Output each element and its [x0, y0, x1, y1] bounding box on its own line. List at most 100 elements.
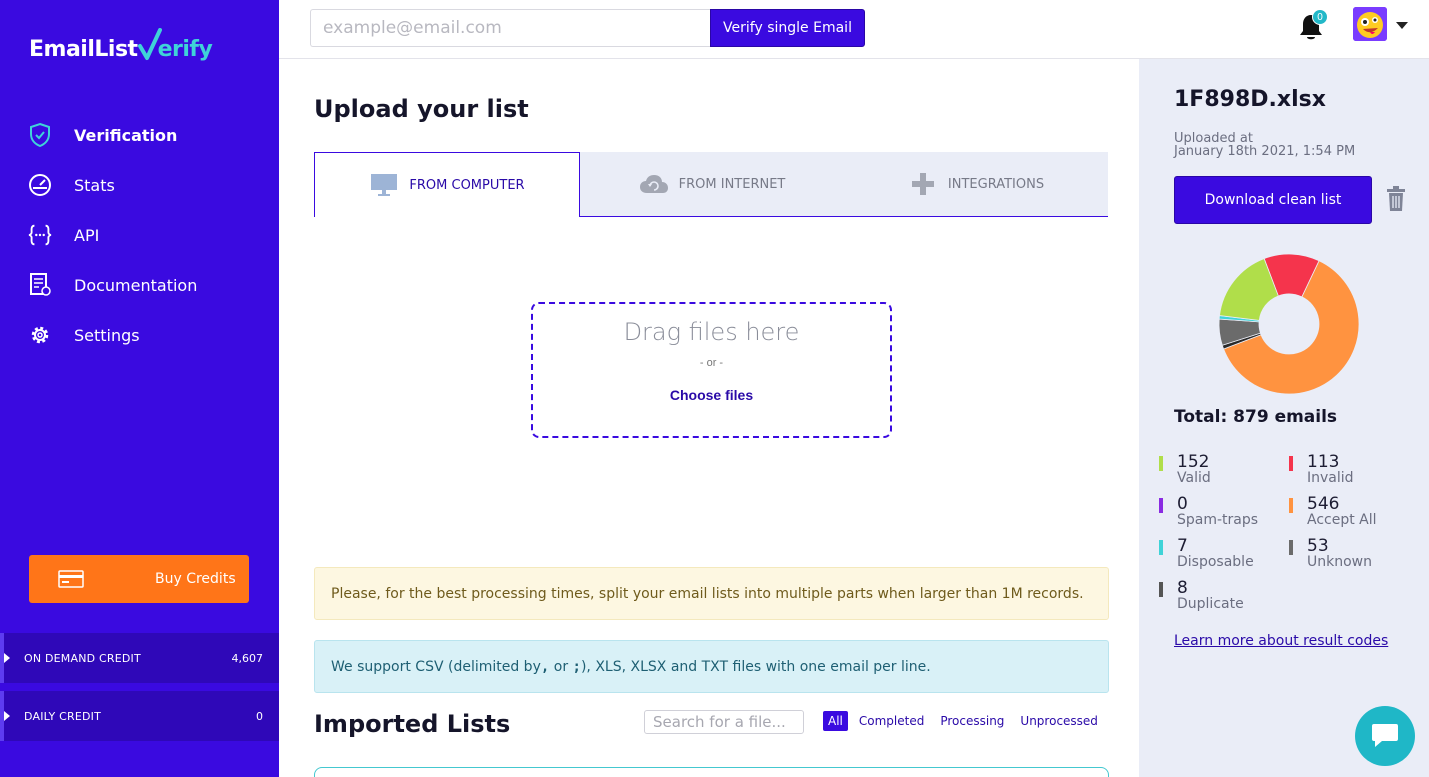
legend-swatch: [1289, 456, 1293, 471]
legend-swatch: [1159, 540, 1163, 555]
legend-count: 546: [1307, 494, 1340, 514]
choose-files-link[interactable]: Choose files: [670, 387, 753, 403]
caret-right-icon: [4, 653, 10, 663]
result-donut-chart: [1218, 253, 1360, 395]
document-icon: [27, 272, 53, 298]
sidebar: EmailList erify Verification Stats API D…: [0, 0, 279, 777]
dropzone-or-text: - or -: [699, 357, 724, 369]
sidebar-item-label: Stats: [74, 175, 115, 195]
verify-single-email-button[interactable]: Verify single Email: [710, 9, 865, 47]
sidebar-item-label: API: [74, 225, 100, 245]
legend-item-spam-traps: 0 Spam-traps: [1159, 495, 1258, 528]
learn-more-result-codes-link[interactable]: Learn more about result codes: [1174, 633, 1388, 649]
legend-swatch: [1159, 498, 1163, 513]
info-text-or: or: [549, 658, 573, 675]
legend-label: Duplicate: [1177, 596, 1244, 612]
top-bar: Verify single Email 0: [279, 0, 1429, 59]
total-emails: Total: 879 emails: [1174, 407, 1338, 427]
legend-label: Invalid: [1307, 470, 1354, 486]
legend-swatch: [1159, 456, 1163, 471]
file-search-input[interactable]: [644, 710, 804, 734]
tab-label: FROM COMPUTER: [409, 177, 525, 193]
tab-integrations[interactable]: INTEGRATIONS: [844, 152, 1108, 217]
sidebar-item-label: Settings: [74, 325, 140, 345]
legend-label: Valid: [1177, 470, 1211, 486]
caret-right-icon: [4, 711, 10, 721]
info-semicolon: ;: [572, 658, 581, 675]
credit-value: 4,607: [231, 651, 264, 665]
result-file-name: 1F898D.xlsx: [1174, 87, 1326, 112]
info-text-before: We support CSV (delimited by: [331, 658, 541, 675]
logo-text-part2: erify: [157, 37, 213, 62]
legend-count: 113: [1307, 452, 1340, 472]
sidebar-item-documentation[interactable]: Documentation: [0, 260, 279, 310]
avatar[interactable]: [1353, 7, 1387, 41]
legend-item-duplicate: 8 Duplicate: [1159, 579, 1244, 612]
plus-icon: [908, 171, 938, 197]
split-lists-warning: Please, for the best processing times, s…: [314, 567, 1109, 620]
chat-widget-button[interactable]: [1355, 706, 1415, 766]
legend-count: 53: [1307, 536, 1329, 556]
brand-logo[interactable]: EmailList erify: [29, 28, 213, 62]
account-dropdown-caret-icon[interactable]: [1396, 22, 1408, 29]
legend-item-valid: 152 Valid: [1159, 453, 1211, 486]
credit-value: 0: [256, 709, 263, 723]
dropzone-title: Drag files here: [623, 318, 800, 346]
tab-from-internet[interactable]: FROM INTERNET: [580, 152, 844, 217]
cloud-icon: [639, 171, 669, 197]
uploaded-at-date: January 18th 2021, 1:54 PM: [1174, 144, 1356, 159]
imported-list-card[interactable]: [314, 767, 1109, 777]
gauge-icon: [27, 172, 53, 198]
on-demand-credit-row[interactable]: ON DEMAND CREDIT 4,607: [0, 633, 279, 683]
legend-swatch: [1159, 582, 1163, 597]
credit-label: DAILY CREDIT: [24, 709, 102, 723]
chat-bubble-icon: [1372, 724, 1398, 747]
legend-label: Accept All: [1307, 512, 1377, 528]
buy-credits-label: Buy Credits: [155, 571, 236, 587]
single-email-input[interactable]: [310, 9, 711, 47]
sidebar-item-verification[interactable]: Verification: [0, 110, 279, 160]
file-dropzone[interactable]: Drag files here - or - Choose files: [531, 302, 892, 438]
legend-label: Disposable: [1177, 554, 1254, 570]
buy-credits-button[interactable]: Buy Credits: [29, 555, 249, 603]
monitor-icon: [369, 172, 399, 198]
list-filters: All Completed Processing Unprocessed: [823, 711, 1114, 731]
avatar-emoji-icon: [1353, 7, 1387, 41]
shield-check-icon: [27, 122, 53, 148]
main-content: Upload your list FROM COMPUTER FROM INTE…: [279, 59, 1139, 777]
imported-lists-title: Imported Lists: [314, 710, 511, 738]
sidebar-nav: Verification Stats API Documentation Set…: [0, 110, 279, 360]
result-panel: 1F898D.xlsx Uploaded at January 18th 202…: [1139, 59, 1429, 777]
braces-icon: [27, 222, 53, 248]
notification-badge: 0: [1312, 9, 1328, 25]
tab-from-computer[interactable]: FROM COMPUTER: [314, 152, 580, 217]
legend-swatch: [1289, 540, 1293, 555]
legend-item-accept-all: 546 Accept All: [1289, 495, 1377, 528]
legend-label: Unknown: [1307, 554, 1372, 570]
gear-icon: [27, 322, 53, 348]
download-clean-list-button[interactable]: Download clean list: [1174, 176, 1372, 224]
donut-hole: [1259, 294, 1319, 354]
filter-completed[interactable]: Completed: [859, 714, 924, 728]
filter-unprocessed[interactable]: Unprocessed: [1020, 714, 1098, 728]
sidebar-item-stats[interactable]: Stats: [0, 160, 279, 210]
sidebar-item-label: Verification: [74, 125, 178, 145]
trash-icon[interactable]: [1386, 186, 1406, 212]
legend-item-disposable: 7 Disposable: [1159, 537, 1254, 570]
filter-all[interactable]: All: [823, 711, 848, 731]
filter-processing[interactable]: Processing: [940, 714, 1004, 728]
sidebar-item-settings[interactable]: Settings: [0, 310, 279, 360]
tab-label: INTEGRATIONS: [947, 176, 1045, 192]
legend-count: 7: [1177, 536, 1188, 556]
info-comma: ,: [540, 658, 550, 675]
page-title: Upload your list: [314, 95, 529, 123]
logo-text-part1: EmailList: [29, 37, 138, 62]
sidebar-item-label: Documentation: [74, 275, 198, 295]
legend-swatch: [1289, 498, 1293, 513]
daily-credit-row[interactable]: DAILY CREDIT 0: [0, 691, 279, 741]
tab-label: FROM INTERNET: [678, 176, 786, 192]
credit-card-icon: [58, 570, 84, 588]
warning-text: Please, for the best processing times, s…: [331, 585, 1084, 602]
legend-item-unknown: 53 Unknown: [1289, 537, 1372, 570]
sidebar-item-api[interactable]: API: [0, 210, 279, 260]
